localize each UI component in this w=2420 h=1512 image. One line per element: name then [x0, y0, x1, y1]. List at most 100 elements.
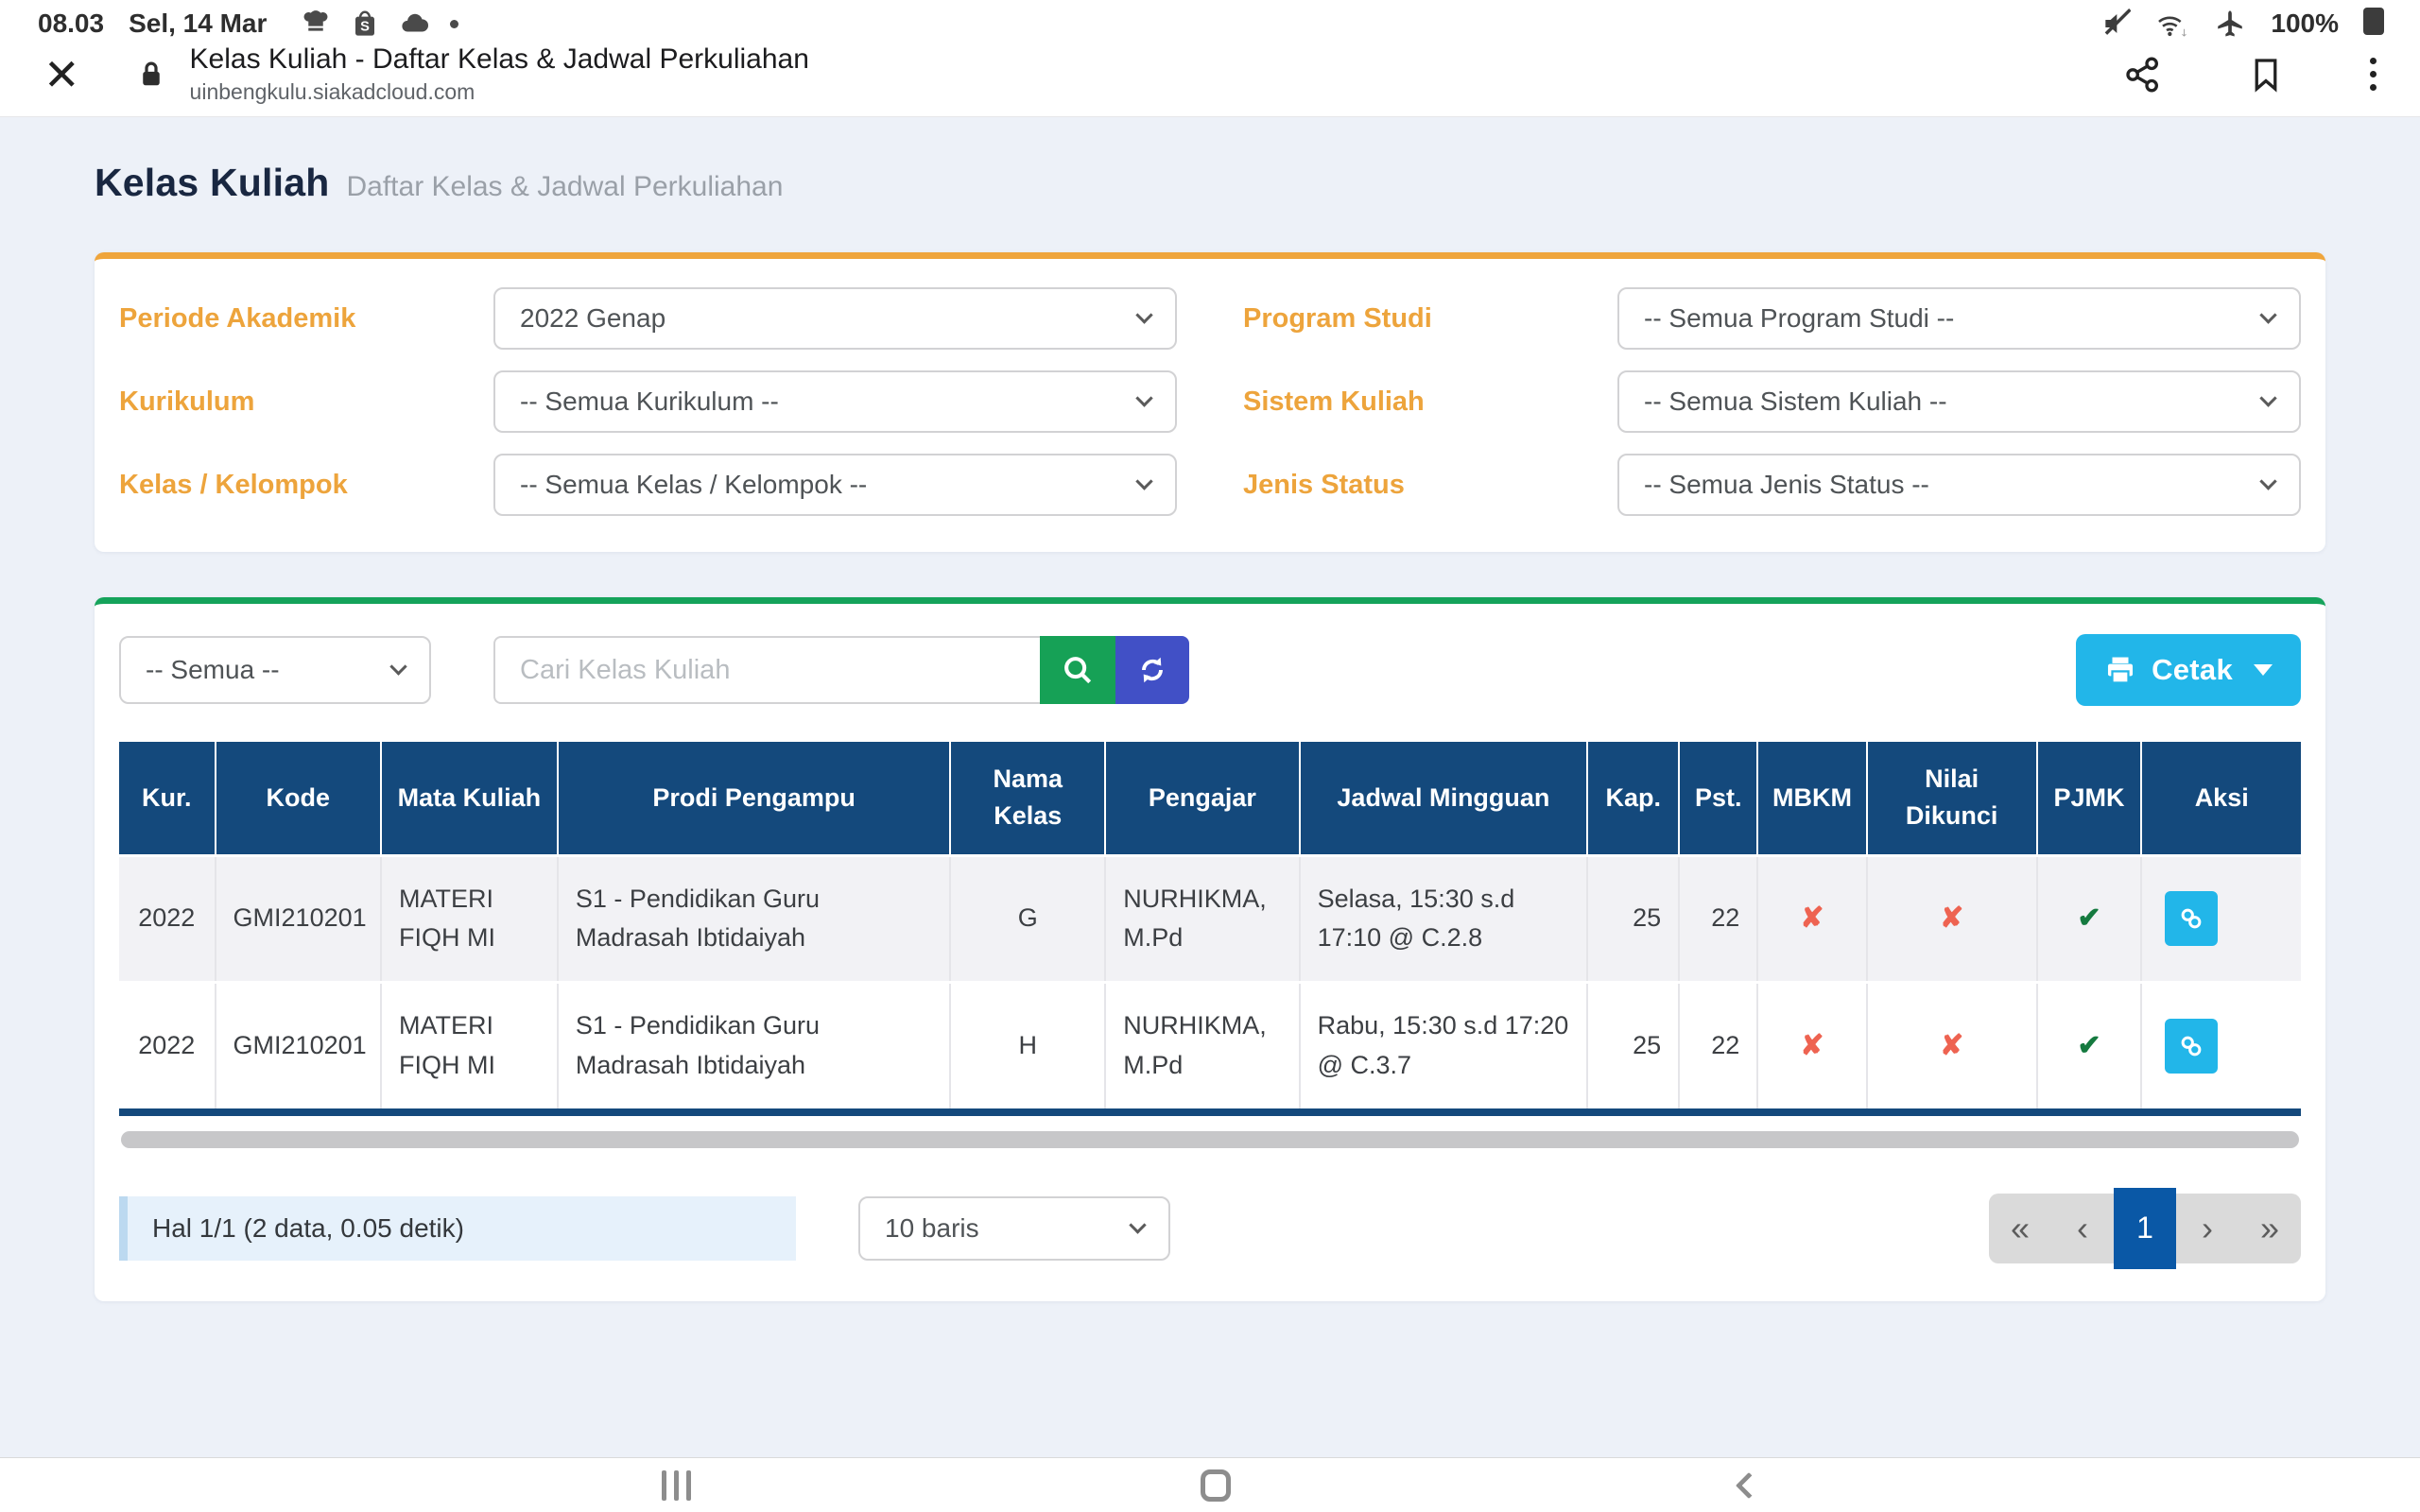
- kurikulum-select[interactable]: -- Semua Kurikulum --: [493, 370, 1177, 433]
- cell-kap: 25: [1587, 983, 1679, 1112]
- col-kur: Kur.: [119, 742, 216, 855]
- battery-percent: 100%: [2271, 9, 2339, 39]
- page-title-browser: Kelas Kuliah - Daftar Kelas & Jadwal Per…: [190, 43, 809, 76]
- lock-icon[interactable]: [137, 59, 165, 91]
- print-button-label: Cetak: [2152, 653, 2233, 687]
- cell-jadwal: Selasa, 15:30 s.d 17:10 @ C.2.8: [1300, 855, 1588, 983]
- cross-icon: ✘: [1800, 902, 1824, 934]
- mute-icon: [2100, 9, 2131, 39]
- check-icon: ✔: [2077, 902, 2100, 934]
- refresh-button[interactable]: [1115, 636, 1189, 704]
- cell-pst: 22: [1679, 983, 1757, 1112]
- page-url[interactable]: uinbengkulu.siakadcloud.com: [190, 79, 809, 105]
- search-category-value: -- Semua --: [146, 655, 280, 685]
- battery-icon: [2363, 8, 2384, 40]
- page-subtitle: Daftar Kelas & Jadwal Perkuliahan: [346, 171, 783, 203]
- search-icon: [1060, 652, 1096, 688]
- col-kap: Kap.: [1587, 742, 1679, 855]
- col-pengajar: Pengajar: [1105, 742, 1299, 855]
- col-pst: Pst.: [1679, 742, 1757, 855]
- periode-akademik-value: 2022 Genap: [520, 303, 666, 334]
- col-mata-kuliah: Mata Kuliah: [381, 742, 558, 855]
- print-button[interactable]: Cetak: [2076, 634, 2301, 706]
- class-link-button[interactable]: [2165, 1019, 2218, 1074]
- table-row: 2022 GMI210201 MATERI FIQH MI S1 - Pendi…: [119, 855, 2301, 983]
- last-page-button[interactable]: »: [2238, 1194, 2301, 1263]
- page-content: Kelas Kuliah Daftar Kelas & Jadwal Perku…: [0, 117, 2420, 1457]
- filter-label-jenis-status: Jenis Status: [1243, 470, 1617, 501]
- link-icon: [2177, 904, 2205, 933]
- share-icon[interactable]: [2124, 56, 2162, 94]
- search-category-select[interactable]: -- Semua --: [119, 636, 431, 704]
- home-icon[interactable]: [1201, 1469, 1231, 1502]
- col-kode: Kode: [216, 742, 381, 855]
- wifi-icon: ↓↑: [2155, 9, 2189, 39]
- cell-kode: GMI210201: [216, 983, 381, 1112]
- col-pjmk: PJMK: [2037, 742, 2142, 855]
- search-button[interactable]: [1040, 636, 1115, 704]
- printer-icon: [2104, 654, 2136, 686]
- program-studi-value: -- Semua Program Studi --: [1644, 303, 1954, 334]
- table-row: 2022 GMI210201 MATERI FIQH MI S1 - Pendi…: [119, 983, 2301, 1112]
- cell-prodi: S1 - Pendidikan Guru Madrasah Ibtidaiyah: [558, 983, 950, 1112]
- page-title: Kelas Kuliah: [95, 161, 329, 205]
- cell-kur: 2022: [119, 983, 216, 1112]
- filter-label-periode-akademik: Periode Akademik: [119, 303, 493, 335]
- jenis-status-select[interactable]: -- Semua Jenis Status --: [1617, 454, 2301, 516]
- svg-text:↓↑: ↓↑: [2180, 26, 2189, 39]
- chevron-down-icon: [2259, 472, 2276, 490]
- periode-akademik-select[interactable]: 2022 Genap: [493, 287, 1177, 350]
- airplane-mode-icon: [2214, 8, 2246, 40]
- filter-panel: Periode Akademik 2022 Genap Program Stud…: [95, 252, 2325, 552]
- class-link-button[interactable]: [2165, 891, 2218, 946]
- chevron-down-icon: [1135, 389, 1152, 406]
- date: Sel, 14 Mar: [129, 9, 267, 39]
- chevron-down-icon: [2259, 306, 2276, 323]
- pagination-info: Hal 1/1 (2 data, 0.05 detik): [119, 1196, 796, 1261]
- rows-per-page-value: 10 baris: [885, 1213, 979, 1244]
- rows-per-page-select[interactable]: 10 baris: [858, 1196, 1170, 1261]
- program-studi-select[interactable]: -- Semua Program Studi --: [1617, 287, 2301, 350]
- bookmark-icon[interactable]: [2249, 56, 2283, 94]
- prev-page-button[interactable]: ‹: [2051, 1194, 2114, 1263]
- col-nilai-dikunci: Nilai Dikunci: [1867, 742, 2037, 855]
- search-input[interactable]: [493, 636, 1040, 704]
- sistem-kuliah-select[interactable]: -- Semua Sistem Kuliah --: [1617, 370, 2301, 433]
- kelas-kuliah-table: Kur. Kode Mata Kuliah Prodi Pengampu Nam…: [119, 742, 2301, 1116]
- android-navigation-bar: [0, 1457, 2420, 1512]
- cell-jadwal: Rabu, 15:30 s.d 17:20 @ C.3.7: [1300, 983, 1588, 1112]
- chef-hat-notification-icon: [301, 9, 331, 39]
- cross-icon: ✘: [1940, 902, 1963, 934]
- recent-apps-icon[interactable]: [662, 1470, 691, 1501]
- cell-mata-kuliah: MATERI FIQH MI: [381, 855, 558, 983]
- first-page-button[interactable]: «: [1989, 1194, 2051, 1263]
- cross-icon: ✘: [1940, 1030, 1963, 1061]
- col-nama-kelas: Nama Kelas: [950, 742, 1105, 855]
- clock: 08.03: [38, 9, 104, 39]
- col-mbkm: MBKM: [1757, 742, 1866, 855]
- next-page-button[interactable]: ›: [2176, 1194, 2238, 1263]
- current-page-button[interactable]: 1: [2114, 1188, 2176, 1269]
- chevron-down-icon: [389, 658, 406, 675]
- table-panel: -- Semua --: [95, 597, 2325, 1301]
- table-header-row: Kur. Kode Mata Kuliah Prodi Pengampu Nam…: [119, 742, 2301, 855]
- cell-nama-kelas: H: [950, 983, 1105, 1112]
- kelas-kelompok-select[interactable]: -- Semua Kelas / Kelompok --: [493, 454, 1177, 516]
- sistem-kuliah-value: -- Semua Sistem Kuliah --: [1644, 387, 1947, 417]
- table-toolbar: -- Semua --: [119, 634, 2301, 706]
- jenis-status-value: -- Semua Jenis Status --: [1644, 470, 1929, 500]
- close-tab-icon[interactable]: ✕: [43, 53, 80, 96]
- cell-prodi: S1 - Pendidikan Guru Madrasah Ibtidaiyah: [558, 855, 950, 983]
- filter-label-kelas-kelompok: Kelas / Kelompok: [119, 470, 493, 501]
- menu-kebab-icon[interactable]: [2370, 58, 2377, 91]
- col-aksi: Aksi: [2141, 742, 2301, 855]
- chevron-down-icon: [1129, 1216, 1146, 1233]
- filter-label-kurikulum: Kurikulum: [119, 387, 493, 418]
- horizontal-scrollbar[interactable]: [121, 1131, 2299, 1148]
- cell-pst: 22: [1679, 855, 1757, 983]
- back-icon[interactable]: [1736, 1471, 1762, 1498]
- cell-pengajar: NURHIKMA, M.Pd: [1105, 855, 1299, 983]
- refresh-icon: [1135, 653, 1169, 687]
- cell-pengajar: NURHIKMA, M.Pd: [1105, 983, 1299, 1112]
- cell-kap: 25: [1587, 855, 1679, 983]
